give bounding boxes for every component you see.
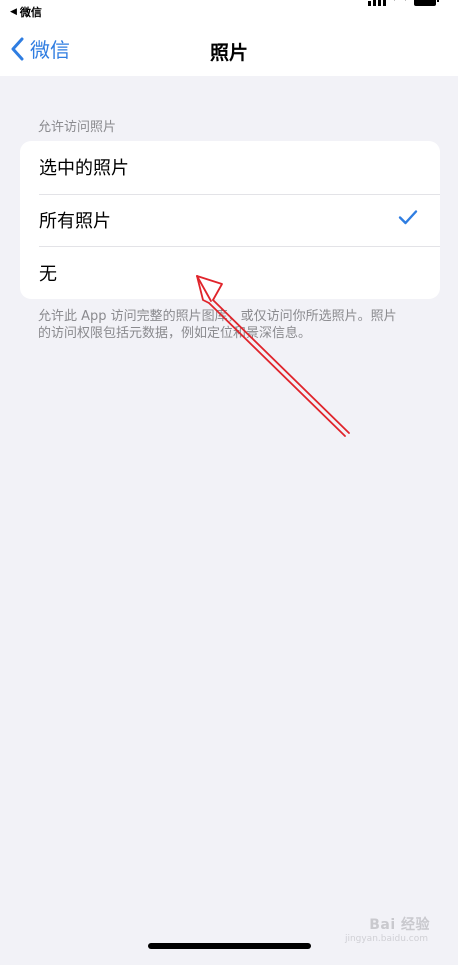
wifi-icon — [394, 0, 406, 6]
checkmark-icon — [398, 209, 418, 230]
back-triangle-icon: ◀ — [10, 7, 17, 17]
page-title: 照片 — [209, 42, 248, 64]
status-back-app-label: 微信 — [19, 6, 42, 19]
status-back-to-app[interactable]: ◀ 微信 — [10, 4, 42, 20]
watermark-logo: Bai 经验 — [369, 917, 430, 933]
cellular-signal-icon — [368, 0, 386, 6]
option-selected-photos[interactable]: 选中的照片 — [20, 141, 440, 194]
option-all-photos[interactable]: 所有照片 — [20, 193, 440, 247]
option-label: 无 — [39, 263, 57, 285]
footer-note: 允许此 App 访问完整的照片图库，或仅访问你所选照片。照片的访问权限包括元数据… — [38, 309, 397, 341]
option-label: 所有照片 — [39, 210, 111, 232]
section-header: 允许访问照片 — [38, 120, 117, 135]
option-none[interactable]: 无 — [20, 246, 440, 299]
option-label: 选中的照片 — [39, 158, 129, 180]
watermark-url: jingyan.baidu.com — [344, 934, 428, 944]
photo-access-options: 选中的照片 所有照片 无 — [20, 141, 440, 299]
status-indicators — [368, 0, 439, 6]
battery-icon — [414, 0, 439, 6]
home-indicator[interactable] — [148, 943, 311, 949]
status-bar: ◀ 微信 — [0, 0, 458, 24]
nav-bar: 微信 照片 — [0, 24, 458, 76]
